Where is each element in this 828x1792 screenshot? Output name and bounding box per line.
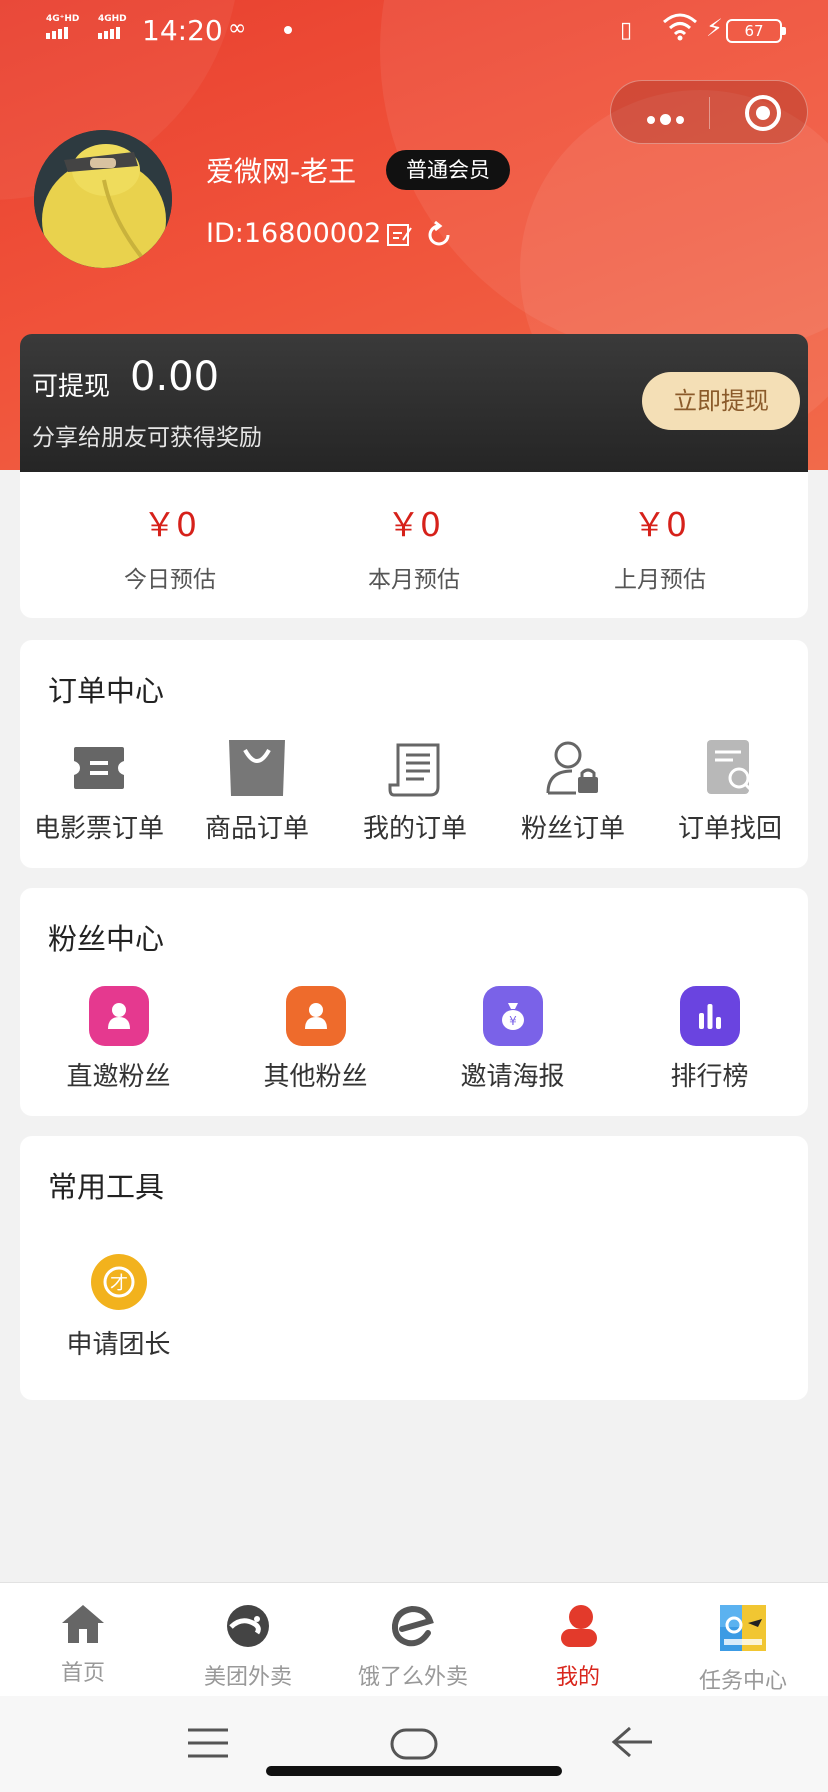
svg-text:¥: ¥ xyxy=(509,1014,517,1028)
leaderboard[interactable]: 排行榜 xyxy=(611,986,808,1093)
person-icon xyxy=(88,986,149,1046)
link-icon: ∞ xyxy=(228,16,247,41)
withdraw-label: 可提现 xyxy=(32,372,111,402)
product-orders[interactable]: 商品订单 xyxy=(178,736,336,845)
grid-item-label: 商品订单 xyxy=(204,814,309,844)
nickname: 爱微网-老王 xyxy=(206,155,357,188)
close-miniprogram-icon[interactable] xyxy=(745,95,781,131)
more-menu-icon[interactable] xyxy=(647,109,689,128)
sim2-signal: 4GHD xyxy=(98,14,127,39)
ticket-icon xyxy=(20,736,178,800)
tab-label: 任务中心 xyxy=(698,1669,787,1694)
tab-label: 美团外卖 xyxy=(203,1665,292,1690)
other-fans[interactable]: 其他粉丝 xyxy=(217,986,414,1093)
home-indicator[interactable] xyxy=(266,1766,562,1776)
menu-icon[interactable] xyxy=(186,1726,230,1760)
grid-item-label: 排行榜 xyxy=(670,1062,749,1092)
grid-item-label: 直邀粉丝 xyxy=(66,1062,171,1092)
task-center-icon xyxy=(720,1605,766,1651)
direct-fans[interactable]: 直邀粉丝 xyxy=(20,986,217,1093)
order-recovery[interactable]: 订单找回 xyxy=(652,736,808,845)
bar-chart-icon xyxy=(679,986,740,1046)
withdraw-card: 可提现 0.00 分享给朋友可获得奖励 立即提现 xyxy=(20,334,808,472)
grid-item-label: 我的订单 xyxy=(362,814,467,844)
estimate-label: 今日预估 xyxy=(124,567,216,593)
section-title: 常用工具 xyxy=(48,1170,165,1204)
home-button-icon[interactable] xyxy=(390,1728,438,1760)
fan-orders[interactable]: 粉丝订单 xyxy=(494,736,652,845)
grid-item-label: 粉丝订单 xyxy=(520,814,625,844)
member-level-badge: 普通会员 xyxy=(386,150,510,190)
tab-task-center[interactable]: 任务中心 xyxy=(668,1603,818,1695)
movie-ticket-orders[interactable]: 电影票订单 xyxy=(20,736,178,845)
invite-poster[interactable]: ¥ 邀请海报 xyxy=(414,986,611,1093)
sim1-signal: 4G⁺HD xyxy=(46,14,79,39)
home-icon xyxy=(62,1605,104,1643)
tab-meituan[interactable]: 美团外卖 xyxy=(173,1603,323,1691)
document-search-icon xyxy=(652,736,808,800)
tab-mine[interactable]: 我的 xyxy=(503,1603,653,1691)
profile-icon xyxy=(561,1605,597,1647)
estimate-label: 本月预估 xyxy=(368,567,460,593)
user-id: ID:16800002 xyxy=(206,218,382,249)
grid-item-label: 其他粉丝 xyxy=(263,1062,368,1092)
bottom-tab-bar: 首页 美团外卖 饿了么外卖 我的 任务中心 xyxy=(0,1582,828,1696)
svg-text:才: 才 xyxy=(110,1273,128,1294)
scroll-list-icon xyxy=(336,736,494,800)
earnings-estimates: ￥0 今日预估 ￥0 本月预估 ￥0 上月预估 xyxy=(20,472,808,618)
back-icon[interactable] xyxy=(610,1724,654,1760)
tab-label: 首页 xyxy=(60,1661,105,1686)
estimate-value: ￥0 xyxy=(633,505,687,544)
shopping-bag-icon xyxy=(178,736,336,800)
edit-icon[interactable] xyxy=(386,222,412,252)
my-orders[interactable]: 我的订单 xyxy=(336,736,494,845)
charging-icon: ⚡ xyxy=(706,14,723,42)
grid-item-label: 邀请海报 xyxy=(460,1062,565,1092)
month-estimate[interactable]: ￥0 本月预估 xyxy=(314,498,514,594)
clock: 14:20 xyxy=(142,14,223,47)
section-title: 粉丝中心 xyxy=(48,922,165,956)
tab-eleme[interactable]: 饿了么外卖 xyxy=(338,1603,488,1691)
order-center-card: 订单中心 电影票订单 商品订单 我的订单 粉丝订单 订单找回 xyxy=(20,640,808,868)
user-lock-icon xyxy=(494,736,652,800)
tab-home[interactable]: 首页 xyxy=(8,1603,158,1687)
estimate-value: ￥0 xyxy=(387,505,441,544)
estimate-value: ￥0 xyxy=(143,505,197,544)
avatar[interactable] xyxy=(34,130,172,268)
fan-center-card: 粉丝中心 直邀粉丝 其他粉丝 ¥ 邀请海报 排行榜 xyxy=(20,888,808,1116)
today-estimate[interactable]: ￥0 今日预估 xyxy=(70,498,270,594)
last-month-estimate[interactable]: ￥0 上月预估 xyxy=(560,498,760,594)
eleme-icon xyxy=(391,1605,434,1647)
status-bar: 4G⁺HD 4GHD 14:20 ∞ ▯ ⚡ 67 xyxy=(0,0,828,62)
system-nav-bar xyxy=(0,1696,828,1792)
miniprogram-capsule xyxy=(610,80,808,144)
grid-item-label: 电影票订单 xyxy=(33,814,164,844)
tab-label: 我的 xyxy=(555,1665,600,1690)
common-tools-card: 常用工具 才 申请团长 xyxy=(20,1136,808,1400)
person-icon xyxy=(285,986,346,1046)
refresh-icon[interactable] xyxy=(424,220,454,254)
withdraw-amount: 0.00 xyxy=(130,354,220,400)
apply-team-leader[interactable]: 才 申请团长 xyxy=(20,1254,217,1361)
tab-label: 饿了么外卖 xyxy=(357,1665,468,1690)
section-title: 订单中心 xyxy=(48,674,165,708)
money-bag-icon: ¥ xyxy=(482,986,543,1046)
meituan-icon xyxy=(227,1605,269,1647)
estimate-label: 上月预估 xyxy=(614,567,706,593)
wifi-icon xyxy=(662,12,698,46)
withdraw-button[interactable]: 立即提现 xyxy=(642,372,800,430)
withdraw-tip: 分享给朋友可获得奖励 xyxy=(32,425,262,451)
battery-indicator: 67 xyxy=(726,19,786,43)
vibrate-icon: ▯ xyxy=(620,18,633,43)
grid-item-label: 订单找回 xyxy=(677,814,782,844)
grid-item-label: 申请团长 xyxy=(66,1330,171,1360)
team-leader-icon: 才 xyxy=(90,1254,147,1310)
notification-dot-icon xyxy=(284,26,292,34)
